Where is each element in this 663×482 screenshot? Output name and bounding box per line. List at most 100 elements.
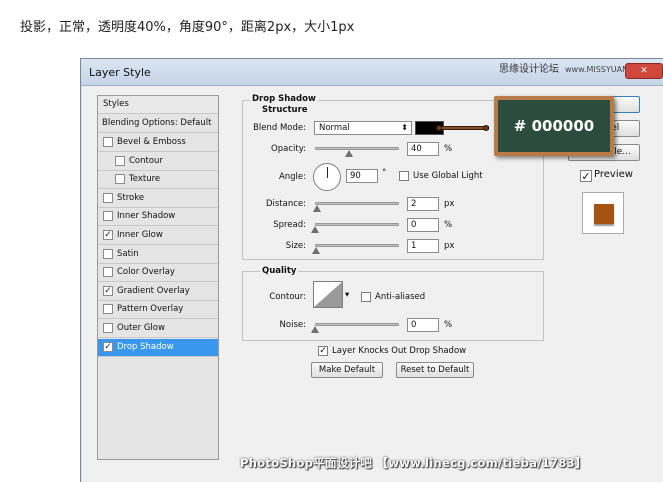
- close-button[interactable]: ✕: [625, 63, 663, 79]
- style-checkbox[interactable]: [103, 211, 113, 222]
- angle-needle: [327, 167, 328, 178]
- make-default-button[interactable]: Make Default: [311, 362, 383, 378]
- style-item-inner-shadow[interactable]: Inner Shadow: [98, 208, 218, 227]
- color-callout: # 000000: [494, 96, 614, 156]
- blend-mode-label: Blend Mode:: [253, 123, 306, 133]
- style-checkbox[interactable]: [103, 248, 113, 259]
- style-checkbox[interactable]: [103, 267, 113, 278]
- preview-checkbox[interactable]: ✓: [580, 170, 592, 182]
- style-item-satin[interactable]: Satin: [98, 246, 218, 264]
- style-item-outer-glow[interactable]: Outer Glow: [98, 320, 218, 338]
- contour-dropdown-icon[interactable]: ▾: [345, 290, 349, 300]
- noise-label: Noise:: [279, 320, 306, 330]
- quality-group: [242, 271, 544, 341]
- style-item-contour[interactable]: Contour: [98, 153, 218, 171]
- style-item-color-overlay[interactable]: Color Overlay: [98, 264, 218, 283]
- style-item-label: Texture: [129, 174, 161, 185]
- noise-slider[interactable]: [315, 323, 399, 326]
- anti-aliased-label: Anti-aliased: [375, 292, 426, 302]
- style-item-bevel-emboss[interactable]: Bevel & Emboss: [98, 134, 218, 152]
- reset-default-button[interactable]: Reset to Default: [396, 362, 474, 378]
- size-input[interactable]: 1: [407, 239, 439, 253]
- layer-knocks-label: Layer Knocks Out Drop Shadow: [332, 346, 467, 356]
- use-global-light-checkbox[interactable]: [399, 171, 409, 181]
- spread-unit: %: [444, 220, 453, 230]
- styles-header-label: Styles: [103, 99, 129, 109]
- size-slider-thumb[interactable]: [312, 247, 320, 254]
- noise-slider-thumb[interactable]: [311, 326, 319, 333]
- styles-header[interactable]: Styles: [98, 96, 218, 114]
- connector-dot-left: [436, 125, 442, 131]
- style-item-label: Gradient Overlay: [117, 285, 190, 296]
- style-checkbox[interactable]: [103, 323, 113, 333]
- style-checkbox[interactable]: ✓: [103, 230, 113, 240]
- style-checkbox[interactable]: ✓: [103, 285, 113, 296]
- angle-dial[interactable]: [313, 163, 341, 191]
- spread-slider[interactable]: [315, 223, 399, 226]
- blending-options-item[interactable]: Blending Options: Default: [98, 115, 218, 133]
- opacity-slider-thumb[interactable]: [344, 150, 353, 157]
- noise-unit: %: [444, 320, 453, 330]
- distance-label: Distance:: [265, 199, 306, 209]
- opacity-slider[interactable]: [315, 147, 399, 150]
- distance-input[interactable]: 2: [407, 197, 439, 211]
- anti-aliased-checkbox[interactable]: [361, 292, 371, 302]
- style-item-label: Bevel & Emboss: [117, 137, 186, 147]
- noise-input[interactable]: 0: [407, 318, 439, 332]
- site-name: 思缘设计论坛: [499, 64, 559, 75]
- style-item-texture[interactable]: Texture: [98, 171, 218, 190]
- layer-knocks-checkbox[interactable]: ✓: [318, 346, 328, 356]
- degree-unit: °: [382, 168, 387, 178]
- blend-mode-value: Normal: [319, 123, 350, 133]
- style-item-label: Color Overlay: [117, 267, 175, 278]
- style-checkbox[interactable]: [103, 304, 113, 315]
- style-checkbox[interactable]: [103, 137, 113, 147]
- distance-slider-thumb[interactable]: [313, 205, 321, 212]
- callout-connector: [441, 126, 489, 130]
- connector-dot-right: [483, 125, 489, 131]
- size-label: Size:: [285, 241, 306, 251]
- style-checkbox[interactable]: ✓: [103, 341, 113, 352]
- style-checkbox[interactable]: [103, 192, 113, 203]
- contour-curve-icon: [314, 282, 342, 307]
- tutorial-caption: 投影，正常，透明度40%，角度90°，距离2px，大小1px: [20, 20, 355, 35]
- contour-label: Contour:: [269, 292, 306, 302]
- opacity-unit: %: [444, 144, 453, 154]
- style-checkbox[interactable]: [115, 174, 125, 185]
- distance-unit: px: [444, 199, 455, 209]
- style-item-label: Inner Shadow: [117, 211, 176, 222]
- angle-label: Angle:: [278, 172, 306, 182]
- select-arrow-icon: ⬍: [401, 123, 408, 132]
- style-item-label: Stroke: [117, 192, 145, 203]
- size-slider[interactable]: [315, 244, 399, 247]
- blend-mode-select[interactable]: Normal ⬍: [314, 121, 412, 135]
- distance-slider[interactable]: [315, 202, 399, 205]
- style-item-gradient-overlay[interactable]: ✓ Gradient Overlay: [98, 283, 218, 301]
- blending-options-label: Blending Options: Default: [102, 118, 212, 128]
- quality-heading: Quality: [260, 266, 299, 276]
- spread-label: Spread:: [273, 220, 306, 230]
- opacity-input[interactable]: 40: [407, 142, 439, 156]
- use-global-light-label: Use Global Light: [413, 171, 483, 181]
- style-item-label: Outer Glow: [117, 323, 165, 333]
- style-item-label: Satin: [117, 248, 139, 259]
- style-checkbox[interactable]: [115, 155, 125, 166]
- style-item-label: Contour: [129, 155, 163, 166]
- spread-input[interactable]: 0: [407, 218, 439, 232]
- spread-slider-thumb[interactable]: [311, 226, 319, 233]
- style-item-inner-glow[interactable]: ✓ Inner Glow: [98, 227, 218, 245]
- forum-watermark: PhotoShop平面设计吧 【www.linecg.com/tieba/178…: [240, 456, 587, 470]
- style-item-stroke[interactable]: Stroke: [98, 190, 218, 208]
- drop-shadow-title: Drop Shadow: [250, 94, 318, 104]
- preview-swatch: [594, 204, 614, 224]
- preview-label: Preview: [594, 169, 633, 180]
- style-item-pattern-overlay[interactable]: Pattern Overlay: [98, 301, 218, 320]
- contour-picker[interactable]: [313, 281, 343, 308]
- styles-list: Styles Blending Options: Default Bevel &…: [97, 95, 219, 460]
- style-item-label: Inner Glow: [117, 230, 163, 240]
- style-item-label: Drop Shadow: [117, 341, 174, 352]
- angle-input[interactable]: 90: [346, 169, 378, 183]
- structure-heading: Structure: [260, 105, 310, 115]
- opacity-label: Opacity:: [271, 144, 306, 154]
- style-item-drop-shadow[interactable]: ✓ Drop Shadow: [98, 338, 218, 357]
